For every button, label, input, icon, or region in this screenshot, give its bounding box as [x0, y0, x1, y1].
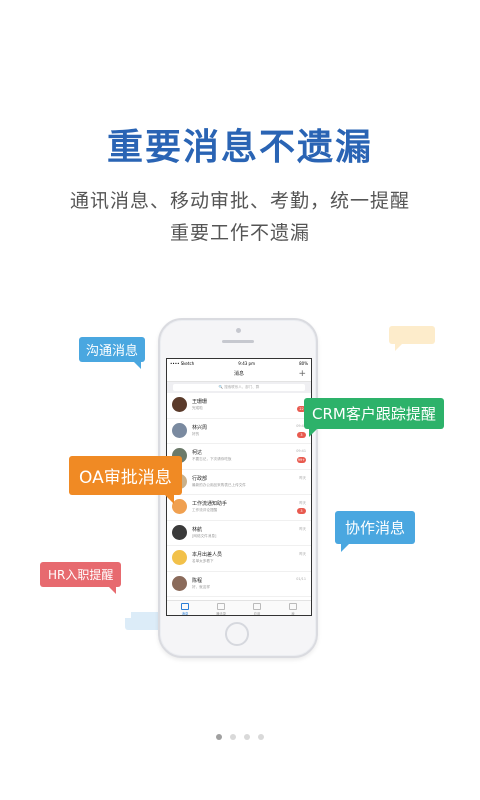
message-time: 昨天: [299, 552, 306, 556]
tab-label: 消息: [181, 612, 189, 616]
status-time: 9:43 pm: [238, 360, 255, 366]
search-bar: 🔍 搜索联系人、部门、群: [167, 382, 311, 393]
avatar: [172, 422, 187, 438]
unread-badge: 3: [297, 508, 306, 514]
bubble-hr-onboarding: HR入职提醒: [40, 562, 122, 594]
unread-badge: 3: [297, 431, 306, 438]
profile-icon: [289, 603, 297, 610]
avatar: [172, 524, 187, 540]
tab-label: 应用: [253, 612, 261, 616]
headline: 重要消息不遗漏: [106, 127, 373, 168]
tab-2[interactable]: 应用: [239, 601, 275, 615]
message-sender: 林兴周: [192, 424, 208, 431]
message-preview: 最新的办公用品采购表已上传文件: [192, 482, 246, 487]
page-indicator: [0, 734, 480, 740]
message-list: 王珊珊 完成啦 22 林兴周 好的 09:41 3 柯达 不要忘记，下次请你吃饭 09:41 99+…: [167, 393, 311, 597]
message-preview: 工作流评论提醒: [192, 508, 218, 512]
message-preview: 好的: [192, 431, 200, 436]
phone-speaker: [222, 340, 254, 343]
subline-features: 通讯消息、移动审批、考勤，统一提醒: [69, 190, 410, 212]
phone-mockup: •••• Sketch 9:43 pm 80% 消息 + 🔍 搜索联系人、部门、…: [158, 318, 318, 658]
message-time: 昨天: [299, 501, 306, 505]
message-row[interactable]: 行政部 最新的办公用品采购表已上传文件 昨天: [167, 470, 311, 495]
message-preview: [网络文件消息]: [192, 533, 217, 538]
tab-label: 通讯录: [215, 612, 227, 616]
tab-label: 我: [291, 612, 295, 616]
message-sender: 工作流通知助手: [192, 501, 228, 507]
message-preview: 完成啦: [192, 406, 203, 410]
contacts-icon: [217, 603, 225, 610]
message-row[interactable]: 本月出差人员 名单太多看下 昨天: [167, 546, 311, 572]
message-time: 09:41: [296, 449, 306, 453]
message-row[interactable]: 林兴周 好的 09:41 3: [167, 419, 311, 444]
avatar: [172, 575, 187, 591]
page-dot[interactable]: [216, 734, 222, 740]
bubble-oa-approval: OA审批消息: [69, 456, 182, 504]
tab-1[interactable]: 通讯录: [203, 601, 239, 615]
message-preview: 好，就这样: [192, 584, 210, 589]
subline-tagline: 重要工作不遗漏: [169, 222, 310, 244]
message-time: 昨天: [299, 526, 306, 531]
message-sender: 本月出差人员: [192, 552, 223, 558]
page-dot[interactable]: [258, 734, 264, 740]
message-sender: 陈程: [192, 577, 203, 584]
message-sender: 林航: [192, 526, 203, 533]
page-dot[interactable]: [230, 734, 236, 740]
message-sender: 行政部: [192, 475, 208, 482]
plus-icon[interactable]: +: [298, 367, 306, 381]
phone-screen: •••• Sketch 9:43 pm 80% 消息 + 🔍 搜索联系人、部门、…: [166, 358, 312, 616]
message-row[interactable]: 林航 [网络文件消息] 昨天: [167, 521, 311, 546]
message-sender: 王珊珊: [192, 399, 208, 405]
search-input[interactable]: 🔍 搜索联系人、部门、群: [173, 384, 305, 391]
message-preview: 名单太多看下: [192, 559, 214, 563]
nav-title: 消息: [233, 371, 244, 377]
message-sender: 柯达: [192, 450, 203, 456]
bubble-goutong-message: 沟通消息: [79, 337, 146, 369]
decorative-bubble-yellow: [389, 326, 435, 351]
nav-bar: 消息 +: [167, 367, 311, 382]
message-row[interactable]: 王珊珊 完成啦 22: [167, 393, 311, 419]
apps-icon: [253, 603, 261, 610]
bubble-collaboration-message: 协作消息: [335, 511, 416, 552]
avatar: [172, 550, 187, 565]
chat-icon: [181, 603, 189, 610]
tab-bar: 消息 通讯录 应用 我: [167, 600, 311, 615]
message-time: 昨天: [299, 475, 306, 480]
message-preview: 不要忘记，下次请你吃饭: [192, 457, 232, 461]
message-row[interactable]: 柯达 不要忘记，下次请你吃饭 09:41 99+: [167, 444, 311, 470]
message-row[interactable]: 陈程 好，就这样 01/11: [167, 572, 311, 597]
tab-0[interactable]: 消息: [167, 601, 203, 615]
page-dot[interactable]: [244, 734, 250, 740]
message-time: 01/11: [296, 576, 306, 581]
status-carrier: •••• Sketch: [170, 360, 195, 366]
message-row[interactable]: 工作流通知助手 工作流评论提醒 昨天 3: [167, 495, 311, 521]
home-button: [225, 622, 249, 646]
status-battery: 80%: [299, 360, 308, 366]
phone-camera: [236, 328, 241, 333]
avatar: [172, 397, 187, 412]
avatar: [172, 499, 187, 514]
bubble-crm-reminder: CRM客户跟踪提醒: [304, 398, 444, 437]
unread-badge: 99+: [296, 457, 306, 463]
status-bar: •••• Sketch 9:43 pm 80%: [167, 359, 311, 367]
tab-3[interactable]: 我: [275, 601, 311, 615]
